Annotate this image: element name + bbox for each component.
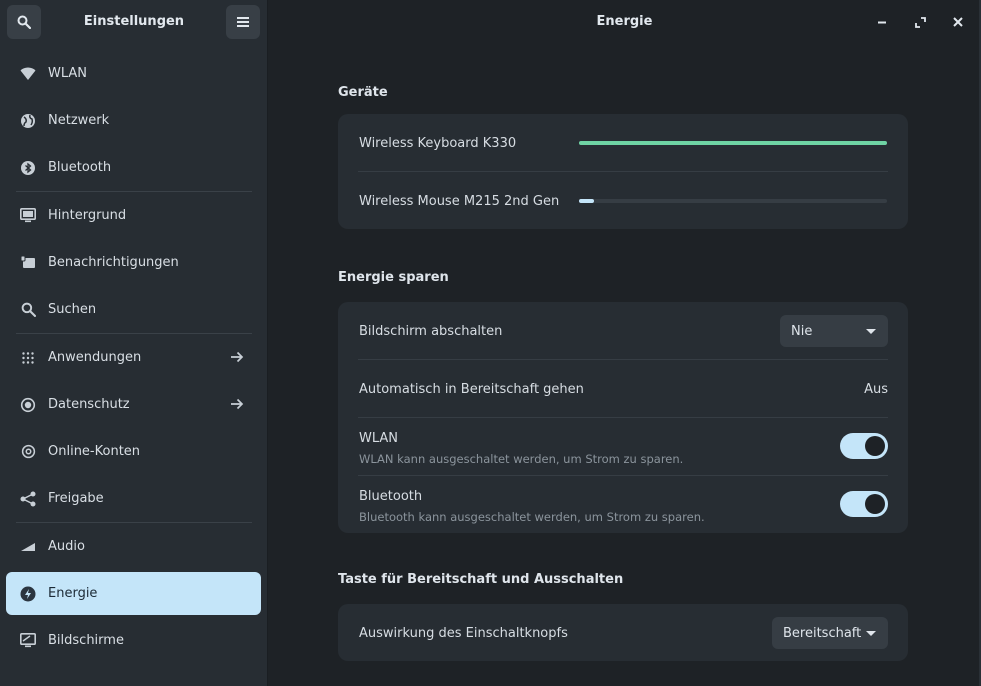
sidebar-list: WLAN Netzwerk Bluetooth Hintergrund Bena…: [0, 50, 267, 664]
display-background-icon: [19, 207, 37, 225]
auto-suspend-value: Aus: [864, 382, 888, 397]
sidebar-item-label: Bluetooth: [48, 160, 112, 175]
devices-card: Wireless Keyboard K330 Wireless Mouse M2…: [338, 114, 908, 229]
bluetooth-icon: [19, 159, 37, 177]
power-button-value: Bereitschaft: [783, 625, 862, 641]
globe-icon: [19, 112, 37, 130]
sidebar-item-energie[interactable]: Energie: [0, 570, 267, 617]
battery-level-fill: [579, 141, 887, 145]
maximize-icon: [914, 16, 926, 28]
screen-off-dropdown[interactable]: Nie: [780, 315, 888, 347]
device-name: Wireless Mouse M215 2nd Gen: [359, 194, 560, 209]
section-title-power-saving: Energie sparen: [338, 270, 449, 285]
menu-button[interactable]: [226, 5, 260, 39]
share-icon: [19, 490, 37, 508]
sidebar-item-hintergrund[interactable]: Hintergrund: [0, 192, 267, 239]
hamburger-icon: [237, 17, 249, 27]
at-sign-icon: [19, 443, 37, 461]
close-icon: [953, 17, 963, 27]
arrow-right-icon: [230, 396, 244, 415]
sidebar-item-label: Freigabe: [48, 491, 104, 506]
battery-level-bar: [579, 141, 887, 145]
section-title-devices: Geräte: [338, 85, 388, 100]
device-row: Wireless Mouse M215 2nd Gen: [358, 172, 888, 229]
sidebar-item-label: WLAN: [48, 66, 88, 81]
sidebar-item-label: Bildschirme: [48, 633, 124, 648]
close-button[interactable]: [948, 12, 968, 32]
bluetooth-saving-row: Bluetooth Bluetooth kann ausgeschaltet w…: [358, 476, 888, 533]
sidebar-item-suchen[interactable]: Suchen: [0, 286, 267, 333]
sidebar-item-audio[interactable]: Audio: [0, 523, 267, 570]
battery-level-bar: [579, 199, 887, 203]
minimize-icon: [878, 21, 886, 24]
sidebar-item-wlan[interactable]: WLAN: [0, 50, 267, 97]
chevron-down-icon: [866, 631, 876, 636]
sidebar-item-online-konten[interactable]: Online-Konten: [0, 428, 267, 475]
battery-level-fill: [579, 199, 595, 203]
power-saving-card: Bildschirm abschalten Nie Automatisch in…: [338, 302, 908, 533]
sidebar-item-label: Online-Konten: [48, 444, 141, 459]
power-button-card: Auswirkung des Einschaltknopfs Bereitsch…: [338, 604, 908, 661]
chevron-down-icon: [866, 329, 876, 334]
wlan-saving-description: WLAN kann ausgeschaltet werden, um Strom…: [359, 452, 684, 466]
power-button-dropdown[interactable]: Bereitschaft: [772, 617, 888, 649]
device-name: Wireless Keyboard K330: [359, 136, 517, 151]
sidebar-item-bildschirme[interactable]: Bildschirme: [0, 617, 267, 664]
bluetooth-saving-label: Bluetooth: [359, 489, 423, 504]
sidebar: Einstellungen WLAN Netzwerk Bluetooth Hi…: [0, 0, 268, 686]
main-panel: Energie Geräte Wireless Keyboard K330 Wi…: [268, 0, 981, 686]
sidebar-item-label: Hintergrund: [48, 208, 127, 223]
toggle-knob: [865, 494, 885, 514]
sidebar-item-datenschutz[interactable]: Datenschutz: [0, 381, 267, 428]
audio-icon: [19, 538, 37, 556]
auto-suspend-row[interactable]: Automatisch in Bereitschaft gehen Aus: [358, 360, 888, 418]
sidebar-item-label: Datenschutz: [48, 397, 130, 412]
privacy-icon: [19, 396, 37, 414]
sidebar-item-freigabe[interactable]: Freigabe: [0, 475, 267, 522]
power-icon: [19, 585, 37, 603]
auto-suspend-label: Automatisch in Bereitschaft gehen: [359, 382, 584, 397]
power-button-row: Auswirkung des Einschaltknopfs Bereitsch…: [358, 604, 888, 661]
wlan-saving-toggle[interactable]: [840, 433, 888, 459]
sidebar-item-netzwerk[interactable]: Netzwerk: [0, 97, 267, 144]
device-row: Wireless Keyboard K330: [358, 114, 888, 172]
active-item-highlight: [6, 572, 261, 615]
wlan-saving-row: WLAN WLAN kann ausgeschaltet werden, um …: [358, 418, 888, 476]
bluetooth-saving-toggle[interactable]: [840, 491, 888, 517]
section-title-power-button: Taste für Bereitschaft und Ausschalten: [338, 572, 624, 587]
sidebar-item-label: Benachrichtigungen: [48, 255, 179, 270]
bluetooth-saving-description: Bluetooth kann ausgeschaltet werden, um …: [359, 510, 705, 524]
wifi-icon: [19, 65, 37, 83]
sidebar-item-bluetooth[interactable]: Bluetooth: [0, 144, 267, 191]
arrow-right-icon: [230, 349, 244, 368]
sidebar-item-label: Energie: [48, 586, 98, 601]
sidebar-item-benachrichtigungen[interactable]: Benachrichtigungen: [0, 239, 267, 286]
sidebar-item-label: Anwendungen: [48, 350, 142, 365]
screen-off-row: Bildschirm abschalten Nie: [358, 302, 888, 360]
sidebar-item-label: Netzwerk: [48, 113, 110, 128]
grid-icon: [19, 349, 37, 367]
monitor-icon: [19, 632, 37, 650]
screen-off-label: Bildschirm abschalten: [359, 324, 503, 339]
power-button-label: Auswirkung des Einschaltknopfs: [359, 626, 568, 641]
sidebar-header: Einstellungen: [0, 0, 267, 45]
notification-icon: [19, 254, 37, 272]
maximize-button[interactable]: [910, 12, 930, 32]
screen-off-value: Nie: [791, 323, 813, 339]
sidebar-item-label: Audio: [48, 539, 85, 554]
sidebar-item-label: Suchen: [48, 302, 97, 317]
toggle-knob: [865, 436, 885, 456]
minimize-button[interactable]: [872, 12, 892, 32]
sidebar-item-anwendungen[interactable]: Anwendungen: [0, 334, 267, 381]
search-icon: [19, 301, 37, 319]
settings-window: Einstellungen WLAN Netzwerk Bluetooth Hi…: [0, 0, 981, 686]
wlan-saving-label: WLAN: [359, 431, 399, 446]
